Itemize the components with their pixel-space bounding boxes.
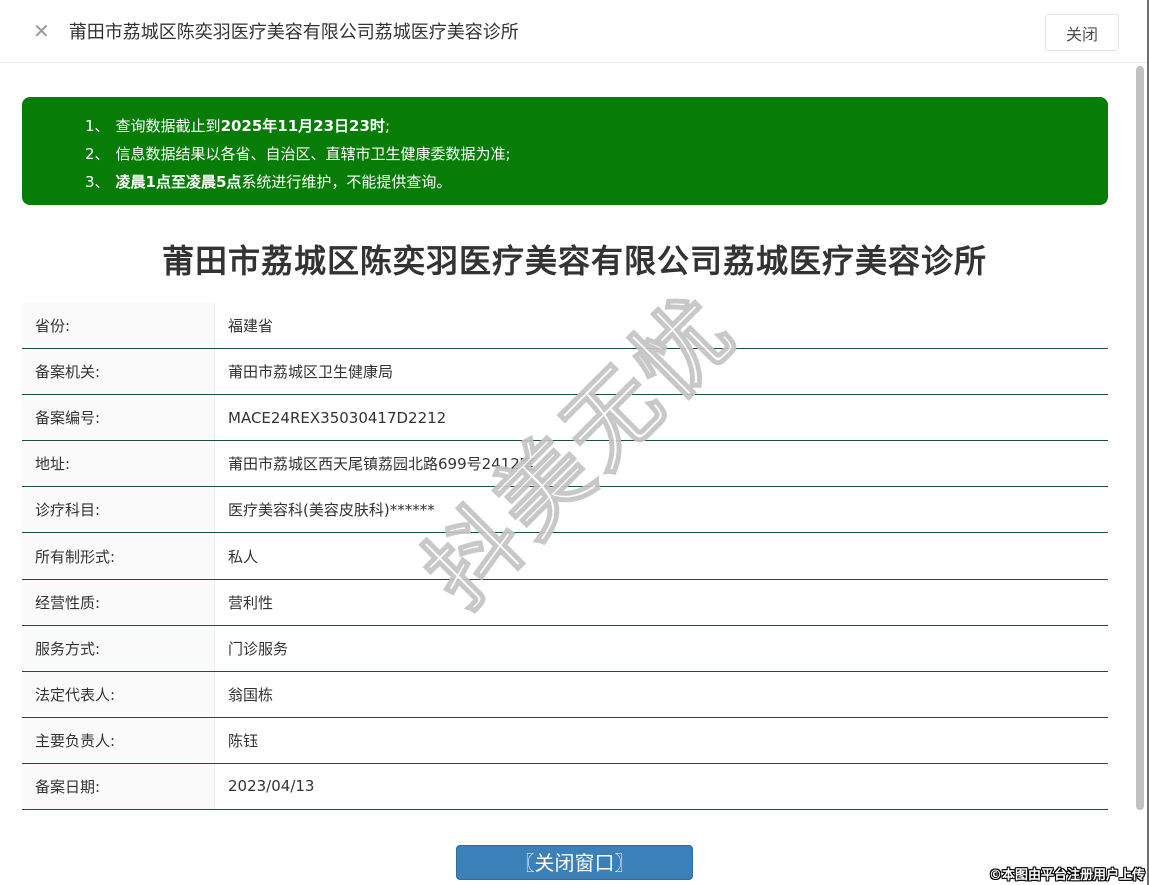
row-value: 陈钰 [228, 731, 259, 750]
row-value: 莆田市荔城区西天尾镇荔园北路699号2412室 [228, 455, 535, 474]
row-label: 备案日期: [22, 763, 215, 810]
table-row: 省份: 福建省 [22, 303, 1108, 350]
row-label: 诊疗科目: [22, 487, 215, 533]
copyright-watermark: ©本图由平台注册用户上传 [988, 868, 1145, 883]
row-label: 地址: [22, 441, 215, 487]
table-row: 经营性质: 营利性 [22, 579, 1108, 626]
close-icon[interactable]: ✕ [33, 21, 50, 41]
row-value: 2023/04/13 [228, 777, 315, 796]
row-value: MACE24REX35030417D2212 [228, 408, 447, 427]
vertical-scrollbar[interactable] [1136, 66, 1144, 810]
table-row: 备案机关: 莆田市荔城区卫生健康局 [22, 349, 1108, 396]
notice-list: 1、 查询数据截止到2025年11月23日23时; 2、 信息数据结果以各省、自治区、… [85, 112, 1088, 196]
row-label: 服务方式: [22, 625, 215, 671]
row-label: 所有制形式: [22, 533, 215, 579]
table-row: 法定代表人: 翁国栋 [22, 671, 1108, 718]
row-value: 翁国栋 [228, 685, 274, 704]
window-header: ✕ 莆田市荔城区陈奕羽医疗美容有限公司荔城医疗美容诊所 关闭 [0, 0, 1149, 63]
window-title: 莆田市荔城区陈奕羽医疗美容有限公司荔城医疗美容诊所 [68, 22, 519, 43]
close-window-button[interactable]: 〖关闭窗口〗 [456, 845, 693, 881]
notice-item: 1、 查询数据截止到2025年11月23日23时; [85, 117, 390, 135]
row-label: 备案编号: [22, 395, 215, 441]
table-row: 主要负责人: 陈钰 [22, 717, 1108, 764]
row-label: 省份: [22, 303, 215, 349]
notice-item: 3、 凌晨1点至凌晨5点系统进行维护，不能提供查询。 [85, 173, 452, 191]
row-value: 福建省 [228, 317, 274, 336]
table-row: 备案日期: 2023/04/13 [22, 763, 1108, 811]
row-label: 法定代表人: [22, 671, 215, 717]
table-row: 诊疗科目: 医疗美容科(美容皮肤科)****** [22, 487, 1108, 534]
page-title: 莆田市荔城区陈奕羽医疗美容有限公司荔城医疗美容诊所 [161, 242, 987, 280]
table-row: 服务方式: 门诊服务 [22, 625, 1108, 672]
row-label: 经营性质: [22, 579, 215, 625]
row-value: 医疗美容科(美容皮肤科)****** [228, 501, 435, 520]
table-row: 所有制形式: 私人 [22, 533, 1108, 580]
close-button[interactable]: 关闭 [1045, 14, 1119, 51]
info-table: 省份: 福建省 备案机关: 莆田市荔城区卫生健康局 备案编号: MACE24REX3503… [22, 303, 1108, 811]
table-row: 地址: 莆田市荔城区西天尾镇荔园北路699号2412室 [22, 441, 1108, 488]
notice-item: 2、 信息数据结果以各省、自治区、直辖市卫生健康委数据为准; [85, 145, 511, 163]
notice-box: 1、 查询数据截止到2025年11月23日23时; 2、 信息数据结果以各省、自治区、… [22, 97, 1108, 205]
row-label: 主要负责人: [22, 717, 215, 763]
row-label: 备案机关: [22, 349, 215, 395]
row-value: 营利性 [228, 593, 274, 612]
table-row: 备案编号: MACE24REX35030417D2212 [22, 395, 1108, 442]
row-value: 门诊服务 [228, 639, 289, 658]
row-value: 私人 [228, 547, 259, 566]
footer-button-area: 〖关闭窗口〗 [0, 845, 1149, 881]
row-value: 莆田市荔城区卫生健康局 [228, 363, 394, 382]
